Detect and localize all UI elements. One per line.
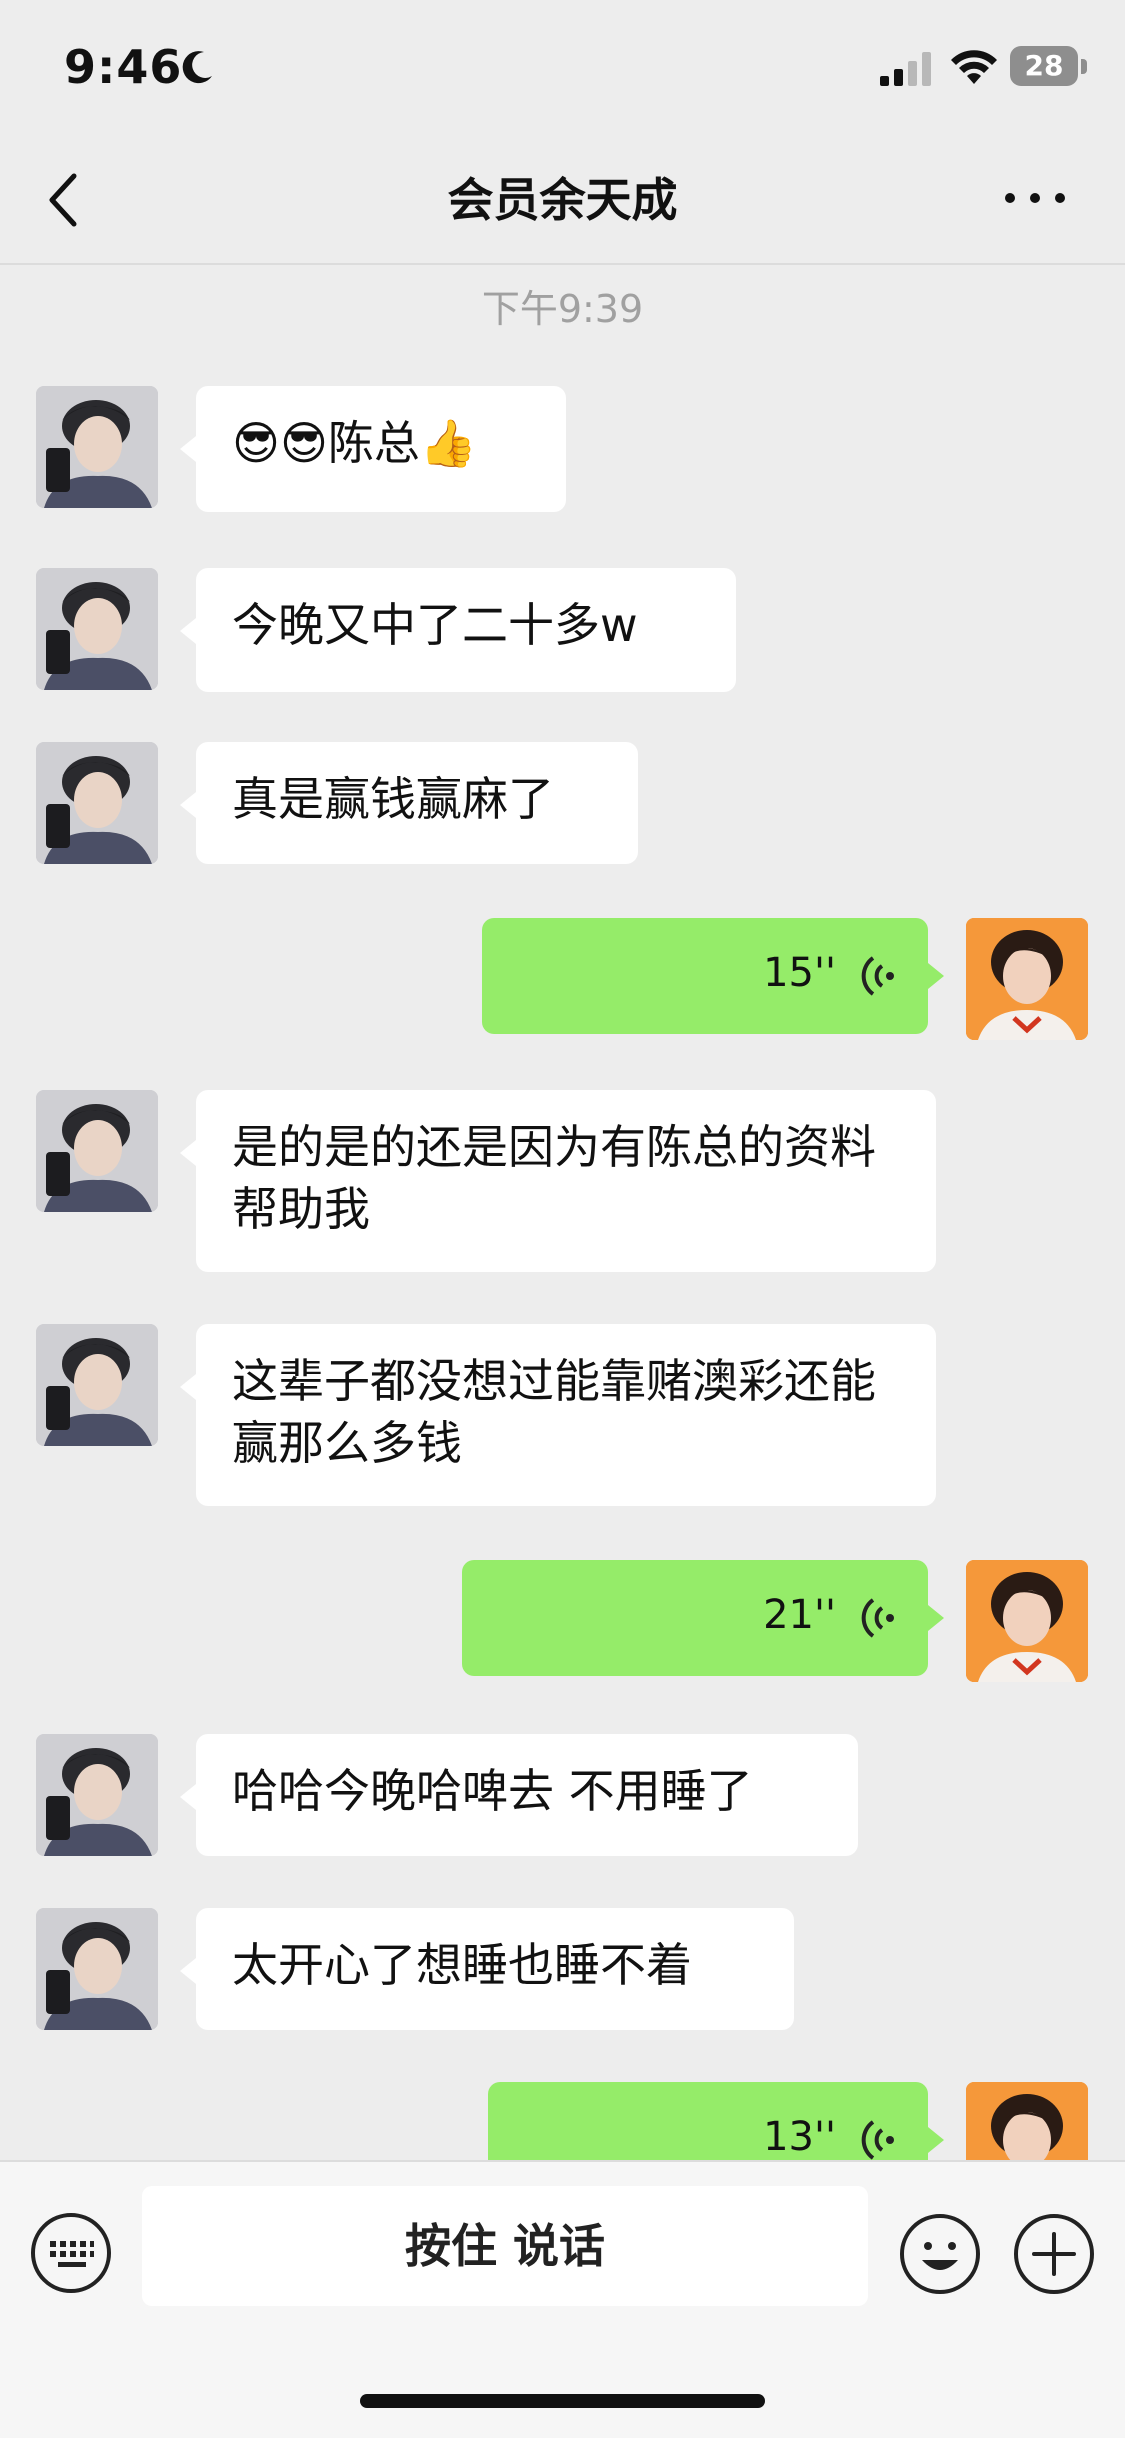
message-text: 今晚又中了二十多w (232, 598, 638, 652)
moon-icon (182, 51, 212, 84)
message-bubble[interactable]: 今晚又中了二十多w (180, 568, 736, 692)
person-photo (36, 1908, 158, 2030)
plus-icon[interactable] (1012, 2212, 1096, 2296)
emoji-icon[interactable] (898, 2212, 982, 2296)
my-avatar[interactable] (966, 918, 1088, 1040)
voice-duration: 21'' (763, 1592, 836, 1638)
person-photo (36, 1324, 158, 1446)
keyboard-icon[interactable] (30, 2212, 112, 2294)
person-photo (36, 386, 158, 508)
voice-duration: 15'' (763, 950, 836, 996)
message-bubble[interactable]: 是的是的还是因为有陈总的资料帮助我 (180, 1090, 936, 1272)
message-bubble[interactable]: 😎😎陈总👍 (180, 386, 566, 512)
contact-avatar[interactable] (36, 742, 158, 864)
message-bubble[interactable]: 哈哈今晚哈啤去 不用睡了 (180, 1734, 858, 1856)
person-photo (966, 918, 1088, 1040)
person-photo (36, 1090, 158, 1212)
my-avatar[interactable] (966, 1560, 1088, 1682)
contact-avatar[interactable] (36, 1734, 158, 1856)
message-bubble[interactable]: 太开心了想睡也睡不着 (180, 1908, 794, 2030)
message-text: 这辈子都没想过能靠赌澳彩还能赢那么多钱 (232, 1354, 876, 1470)
input-bar: 按住 说话 (0, 2160, 1125, 2438)
chat-header: 会员余天成 (0, 130, 1125, 265)
contact-avatar[interactable] (36, 386, 158, 508)
wifi-icon (951, 50, 997, 84)
status-bar: 9:46 28 (0, 0, 1125, 130)
chat-title: 会员余天成 (447, 173, 678, 227)
person-photo (36, 1734, 158, 1856)
person-photo (36, 742, 158, 864)
voice-message-bubble[interactable]: 15'' (482, 918, 944, 1034)
message-timestamp: 下午9:39 (481, 287, 644, 331)
voice-wave-icon (861, 956, 894, 996)
contact-avatar[interactable] (36, 1324, 158, 1446)
voice-duration: 13'' (763, 2114, 836, 2160)
contact-avatar[interactable] (36, 1090, 158, 1212)
status-time: 9:46 (64, 40, 183, 94)
contact-avatar[interactable] (36, 1908, 158, 2030)
voice-wave-icon (861, 1598, 894, 1638)
person-photo (966, 1560, 1088, 1682)
message-text: 是的是的还是因为有陈总的资料帮助我 (232, 1120, 876, 1236)
message-text: 😎😎陈总👍 (232, 416, 478, 470)
voice-message-bubble[interactable]: 21'' (462, 1560, 944, 1676)
home-indicator (360, 2394, 765, 2408)
person-photo (36, 568, 158, 690)
battery-indicator: 28 (1010, 46, 1088, 88)
contact-avatar[interactable] (36, 568, 158, 690)
message-text: 太开心了想睡也睡不着 (232, 1938, 692, 1992)
message-text: 哈哈今晚哈啤去 不用睡了 (232, 1764, 753, 1818)
message-bubble[interactable]: 真是赢钱赢麻了 (180, 742, 638, 864)
voice-wave-icon (861, 2120, 894, 2160)
cellular-signal-icon (880, 52, 931, 86)
message-bubble[interactable]: 这辈子都没想过能靠赌澳彩还能赢那么多钱 (180, 1324, 936, 1506)
hold-to-talk-button[interactable]: 按住 说话 (142, 2186, 868, 2306)
battery-level: 28 (1024, 49, 1064, 82)
more-dots-icon[interactable] (1000, 188, 1070, 208)
message-text: 真是赢钱赢麻了 (232, 772, 554, 826)
